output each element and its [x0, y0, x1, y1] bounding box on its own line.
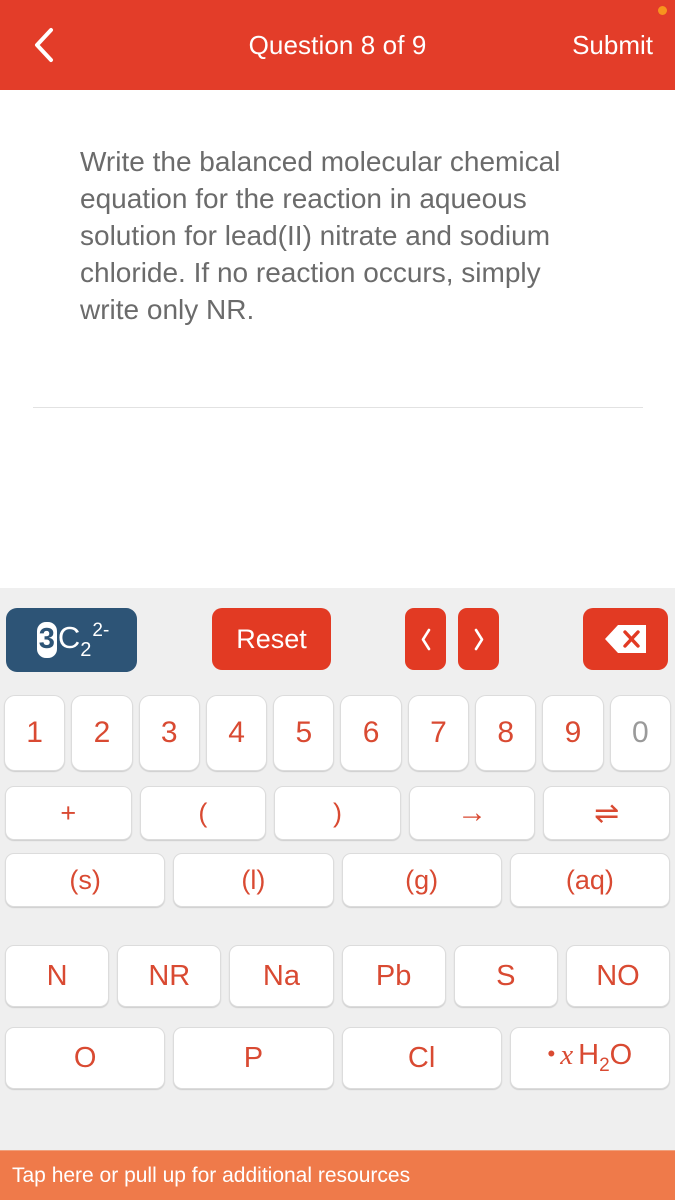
additional-resources-bar[interactable]: Tap here or pull up for additional resou… — [0, 1150, 675, 1200]
keyboard-digit-row: 1 2 3 4 5 6 7 8 9 0 — [0, 695, 675, 771]
chevron-right-icon — [474, 628, 483, 650]
key-digit-7[interactable]: 7 — [407, 695, 470, 771]
keyboard-element-row-1: N NR Na Pb S NO — [0, 945, 675, 1007]
backspace-delete-icon — [604, 625, 646, 653]
key-element-o[interactable]: O — [5, 1027, 166, 1089]
key-digit-0[interactable]: 0 — [609, 695, 671, 771]
key-state-solid[interactable]: (s) — [5, 853, 166, 907]
key-digit-5[interactable]: 5 — [273, 695, 335, 771]
keyboard-toolbar-row: 3 C 2 2- Reset — [0, 608, 675, 672]
key-plus[interactable]: + — [5, 786, 132, 840]
key-state-aqueous[interactable]: (aq) — [509, 853, 670, 907]
hydrate-dot: • — [547, 1041, 556, 1067]
key-element-na[interactable]: Na — [229, 945, 334, 1007]
status-indicator-dot — [658, 6, 667, 15]
key-no-reaction[interactable]: NR — [117, 945, 222, 1007]
key-digit-1[interactable]: 1 — [4, 695, 66, 771]
app-root: Question 8 of 9 Submit Write the balance… — [0, 0, 675, 1200]
key-state-liquid[interactable]: (l) — [173, 853, 334, 907]
delete-button[interactable] — [583, 608, 668, 670]
key-equilibrium-arrow[interactable]: ⇌ — [543, 786, 670, 840]
question-panel: Write the balanced molecular chemical eq… — [0, 90, 675, 588]
formula-element: C — [57, 620, 81, 655]
key-digit-9[interactable]: 9 — [542, 695, 604, 771]
hydrate-formula-tail: O — [609, 1039, 633, 1072]
hydrate-formula-sub: 2 — [599, 1054, 610, 1076]
key-digit-4[interactable]: 4 — [205, 695, 268, 771]
formula-superscript: 2- — [92, 620, 110, 641]
key-digit-2[interactable]: 2 — [71, 695, 133, 771]
hydrate-variable: x — [560, 1039, 574, 1072]
key-element-cl[interactable]: Cl — [341, 1027, 502, 1089]
app-header: Question 8 of 9 Submit — [0, 0, 675, 90]
key-close-paren[interactable]: ) — [274, 786, 401, 840]
hydrate-formula-head: H — [578, 1039, 600, 1072]
additional-resources-label: Tap here or pull up for additional resou… — [12, 1163, 411, 1187]
keyboard-operator-row: + ( ) → ⇌ — [0, 786, 675, 840]
keyboard-state-row: (s) (l) (g) (aq) — [0, 853, 675, 907]
answer-divider — [33, 407, 643, 408]
hydrate-formula: H2O — [578, 1039, 632, 1077]
keyboard-element-row-2: O P Cl • x H2O — [0, 1027, 675, 1089]
key-hydrate-water[interactable]: • x H2O — [509, 1027, 670, 1089]
key-element-n[interactable]: N — [5, 945, 110, 1007]
key-open-paren[interactable]: ( — [139, 786, 267, 840]
key-yields-arrow[interactable]: → — [408, 786, 536, 840]
formula-preview-content: 3 C 2 2- — [35, 620, 110, 661]
key-element-pb[interactable]: Pb — [341, 945, 446, 1007]
chemistry-keyboard: 3 C 2 2- Reset 1 2 3 4 5 6 7 8 9 0 + ()… — [0, 588, 675, 1150]
key-digit-8[interactable]: 8 — [475, 695, 537, 771]
formula-preview-badge[interactable]: 3 C 2 2- — [6, 608, 137, 672]
submit-button[interactable]: Submit — [572, 0, 653, 90]
question-text: Write the balanced molecular chemical eq… — [80, 146, 561, 325]
chevron-left-icon — [421, 628, 430, 650]
formula-subscript: 2 — [80, 639, 92, 661]
formula-coefficient: 3 — [36, 622, 57, 658]
key-digit-6[interactable]: 6 — [340, 695, 402, 771]
key-element-s[interactable]: S — [453, 945, 558, 1007]
reset-button[interactable]: Reset — [212, 608, 331, 670]
key-digit-3[interactable]: 3 — [138, 695, 200, 771]
key-group-no[interactable]: NO — [565, 945, 671, 1007]
cursor-next-button[interactable] — [458, 608, 499, 670]
key-state-gas[interactable]: (g) — [341, 853, 502, 907]
cursor-previous-button[interactable] — [405, 608, 446, 670]
key-element-p[interactable]: P — [173, 1027, 334, 1089]
answer-input[interactable] — [33, 415, 643, 575]
hydrate-label: • x H2O — [548, 1039, 633, 1077]
